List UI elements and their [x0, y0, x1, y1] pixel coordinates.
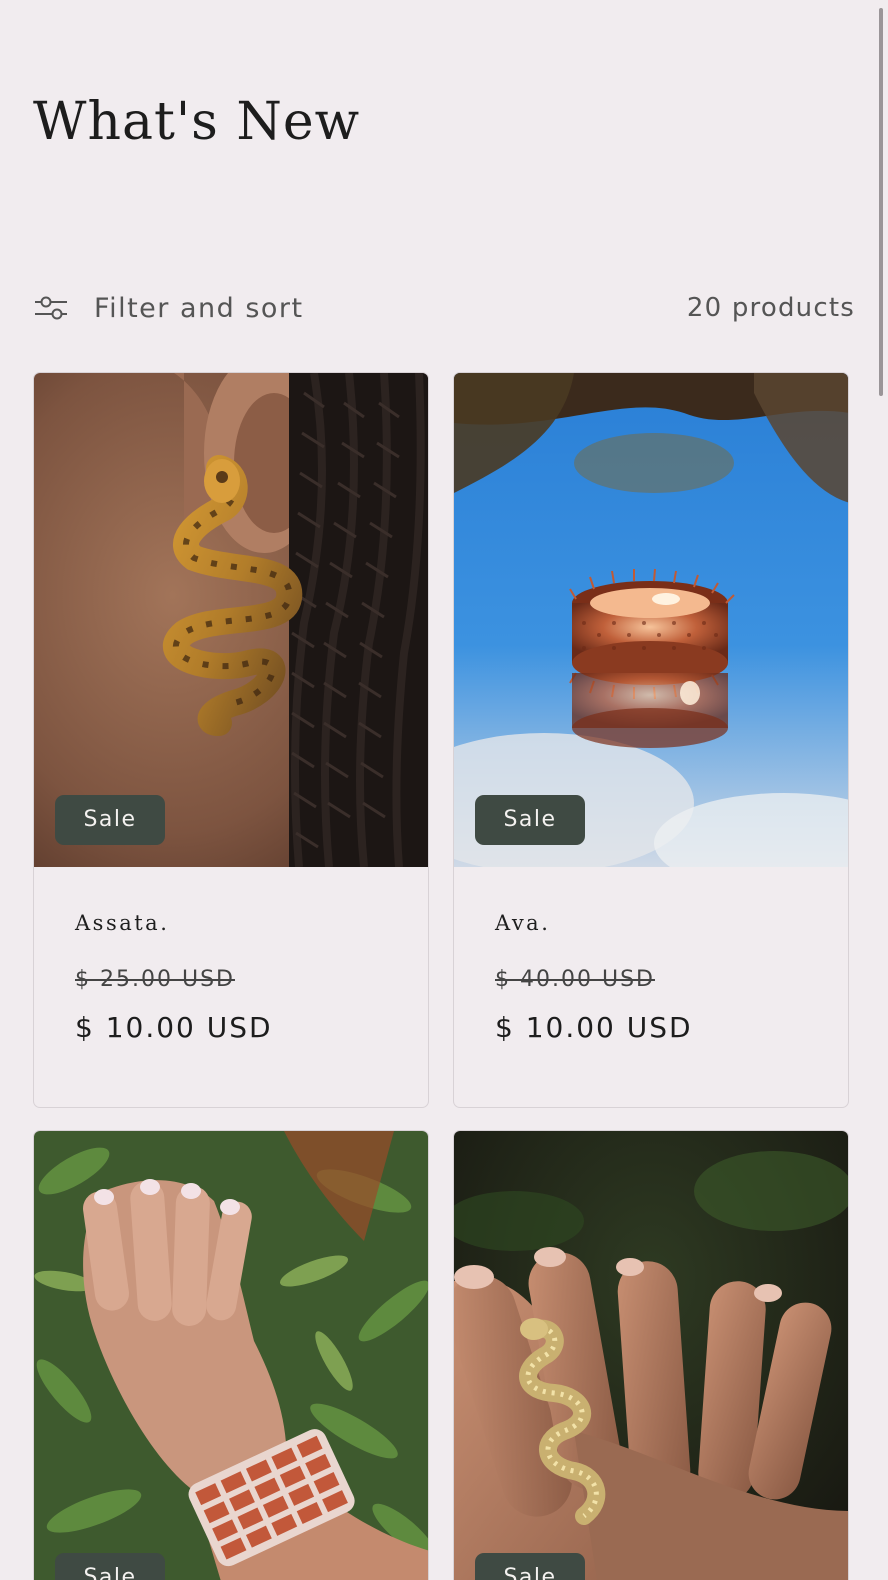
- product-card[interactable]: Sale Ava. $ 40.00 USD $ 10.00 USD: [453, 372, 849, 1108]
- product-image[interactable]: Sale: [34, 1131, 428, 1580]
- filter-and-sort-button[interactable]: Filter and sort: [33, 286, 304, 330]
- sale-badge: Sale: [475, 1553, 585, 1580]
- product-count: 20 products: [686, 293, 855, 323]
- product-image[interactable]: Sale: [454, 1131, 848, 1580]
- sale-badge: Sale: [475, 795, 585, 845]
- product-info: Assata. $ 25.00 USD $ 10.00 USD: [34, 867, 428, 1107]
- sale-price: $ 10.00 USD: [75, 1011, 273, 1044]
- product-card[interactable]: Sale: [453, 1130, 849, 1580]
- compare-at-price: $ 40.00 USD: [495, 967, 655, 992]
- filter-and-sort-label: Filter and sort: [94, 292, 304, 324]
- collection-toolbar: Filter and sort 20 products: [33, 286, 855, 330]
- compare-at-price: $ 25.00 USD: [75, 967, 235, 992]
- product-card[interactable]: Sale: [33, 1130, 429, 1580]
- product-name[interactable]: Assata.: [75, 911, 169, 935]
- scrollbar-thumb[interactable]: [879, 8, 883, 396]
- product-name[interactable]: Ava.: [495, 911, 550, 935]
- sale-badge: Sale: [55, 795, 165, 845]
- product-info: Ava. $ 40.00 USD $ 10.00 USD: [454, 867, 848, 1107]
- scrollbar[interactable]: [874, 0, 888, 1580]
- sliders-icon: [33, 294, 69, 322]
- sale-price: $ 10.00 USD: [495, 1011, 693, 1044]
- page-title: What's New: [33, 92, 361, 152]
- sale-badge: Sale: [55, 1553, 165, 1580]
- product-card[interactable]: Sale Assata. $ 25.00 USD $ 10.00 USD: [33, 372, 429, 1108]
- product-image[interactable]: Sale: [34, 373, 428, 867]
- product-image[interactable]: Sale: [454, 373, 848, 867]
